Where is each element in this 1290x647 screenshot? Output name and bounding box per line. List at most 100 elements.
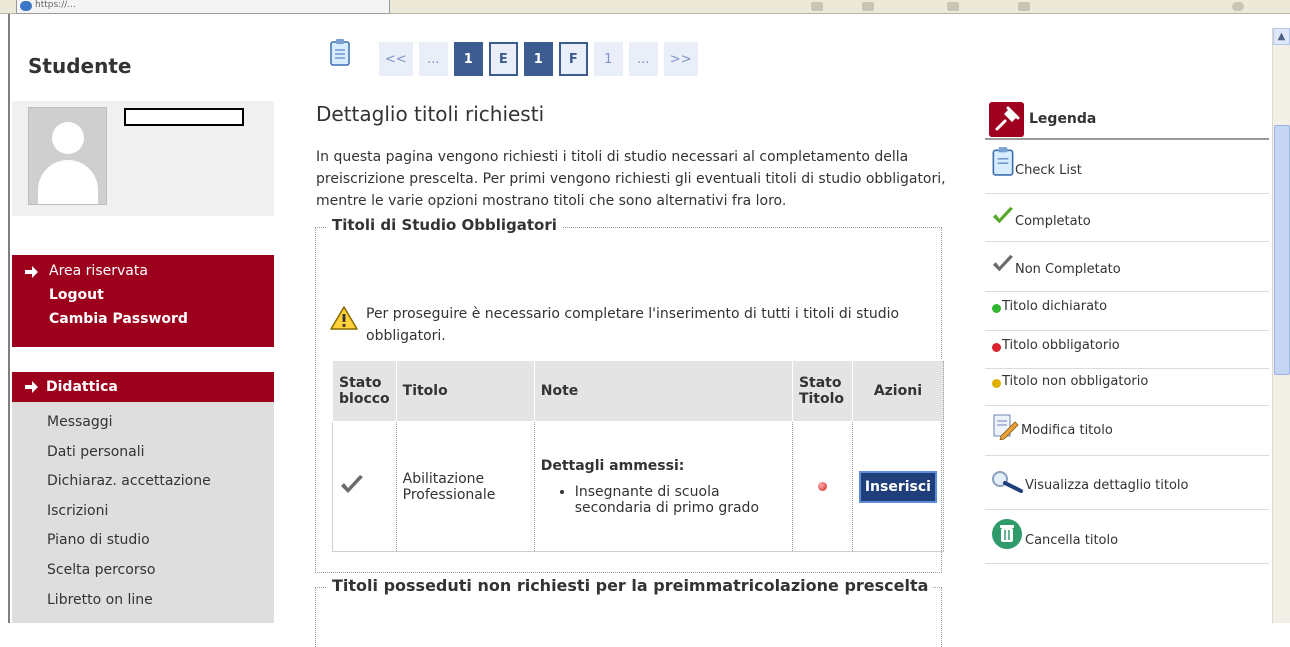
cell-stato-blocco (332, 421, 397, 552)
cell-titolo: Abilitazione Professionale (396, 421, 535, 552)
inserisci-button[interactable]: Inserisci (858, 470, 937, 503)
legend-label: Check List (1015, 163, 1082, 178)
menu-item-messaggi[interactable]: Messaggi (12, 408, 274, 438)
pin-icon (989, 102, 1024, 137)
menu-didattica-label: Didattica (46, 379, 118, 395)
pager-item[interactable]: F (558, 42, 588, 76)
arrow-right-icon (25, 381, 38, 393)
legend-label: Completato (1015, 214, 1091, 229)
toolbar-help-icon[interactable] (1232, 2, 1244, 11)
area-riservata-menu: Area riservata Logout Cambia Password (12, 255, 274, 347)
legend-item-titolo-dichiarato: Titolo dichiarato (985, 292, 1269, 331)
edit-icon (993, 414, 1019, 440)
warning-icon (330, 306, 358, 330)
pager-item[interactable]: >> (663, 42, 698, 76)
section-title: Titoli di Studio Obbligatori (327, 216, 562, 234)
legend-item-titolo-non-obbligatorio: Titolo non obbligatorio (985, 369, 1269, 406)
legend-label: Visualizza dettaglio titolo (1025, 478, 1189, 493)
title-required-dot-icon (817, 481, 827, 491)
col-note: Note (533, 360, 793, 422)
avatar-head (52, 122, 84, 154)
table-header-row: Stato blocco Titolo Note Stato Titolo Az… (332, 360, 945, 422)
menu-item-area-riservata[interactable]: Area riservata (12, 259, 274, 283)
completed-check-icon (993, 206, 1013, 224)
col-azioni: Azioni (851, 360, 945, 422)
legend-label: Non Completato (1015, 262, 1121, 277)
legend-panel: Legenda Check List Completato Non Comple… (985, 28, 1269, 623)
menu-item-iscrizioni[interactable]: Iscrizioni (12, 497, 274, 527)
menu-item-logout[interactable]: Logout (12, 283, 274, 307)
checklist-icon (992, 147, 1014, 176)
note-heading: Dettagli ammessi: (540, 457, 685, 474)
legend-label: Cancella titolo (1025, 533, 1119, 548)
browser-toolbar: https://... (0, 0, 1290, 14)
col-titolo: Titolo (395, 360, 535, 422)
sidebar: Studente Area riservata Logout Cambia Pa… (12, 28, 274, 623)
pager-item[interactable]: ... (628, 42, 658, 76)
cell-azioni: Inserisci (852, 421, 945, 552)
toolbar-print-icon[interactable] (947, 2, 959, 11)
sidebar-title: Studente (28, 54, 132, 78)
table-row: Abilitazione Professionale Dettagli amme… (332, 421, 945, 552)
toolbar-page-icon[interactable] (1018, 2, 1030, 11)
legend-label: Titolo non obbligatorio (1002, 374, 1149, 389)
page-title: Dettaglio titoli richiesti (316, 102, 545, 126)
vertical-scrollbar[interactable]: ▲ (1272, 28, 1290, 623)
scroll-thumb[interactable] (1274, 125, 1290, 375)
legend-item-checklist: Check List (985, 144, 1269, 194)
pager-item[interactable]: E (488, 42, 518, 76)
titoli-table: Stato blocco Titolo Note Stato Titolo Az… (332, 360, 945, 552)
legend-label: Titolo dichiarato (1002, 299, 1108, 314)
col-stato-blocco: Stato blocco (332, 360, 397, 422)
legend-title: Legenda (1029, 111, 1097, 127)
scroll-up-button[interactable]: ▲ (1273, 28, 1290, 45)
note-list: Insegnante di scuola secondaria di primo… (541, 484, 786, 516)
section-title: Titoli posseduti non richiesti per la pr… (327, 576, 934, 595)
toolbar-home-icon[interactable] (811, 2, 823, 11)
address-tab[interactable]: https://... (16, 0, 390, 14)
legend-label: Modifica titolo (1021, 423, 1113, 438)
user-name-box (124, 108, 244, 126)
menu-item-libretto-on-line[interactable]: Libretto on line (12, 586, 274, 616)
step-pager: <<... 1 E 1 F 1... >> (379, 42, 698, 76)
yellow-dot-icon (992, 379, 1001, 388)
pager-item[interactable]: ... (418, 42, 448, 76)
browser-globe-icon (20, 1, 32, 11)
not-completed-check-icon (993, 254, 1013, 272)
warning-text: Per proseguire è necessario completare l… (366, 306, 900, 344)
checklist-icon (330, 39, 350, 66)
menu-item-dichiarazione-accettazione[interactable]: Dichiaraz. accettazione (12, 467, 274, 497)
main-content: <<... 1 E 1 F 1... >> Dettaglio titoli richies… (288, 28, 978, 647)
legend-item-titolo-obbligatorio: Titolo obbligatorio (985, 331, 1269, 369)
trash-icon (992, 519, 1022, 549)
not-completed-check-icon (341, 474, 363, 493)
note-item: Insegnante di scuola secondaria di primo… (575, 484, 786, 516)
didattica-submenu: Messaggi Dati personali Dichiaraz. accet… (12, 402, 274, 623)
legend-item-completato: Completato (985, 194, 1269, 242)
menu-item-scelta-percorso[interactable]: Scelta percorso (12, 556, 274, 586)
legend-item-cancella-titolo: Cancella titolo (985, 510, 1269, 564)
pager-item[interactable]: << (379, 42, 413, 76)
menu-item-cambia-password[interactable]: Cambia Password (12, 307, 274, 331)
cell-stato-titolo (792, 421, 853, 552)
menu-item-didattica[interactable]: Didattica (12, 372, 274, 402)
page-intro: In questa pagina vengono richiesti i tit… (316, 149, 946, 209)
toolbar-feed-icon[interactable] (862, 2, 874, 11)
section-titoli-posseduti: Titoli posseduti non richiesti per la pr… (315, 576, 942, 647)
warning-message: Per proseguire è necessario completare l… (330, 303, 930, 347)
pager-item[interactable]: 1 (593, 42, 623, 76)
cell-note: Dettagli ammessi: Insegnante di scuola s… (534, 421, 793, 552)
menu-item-piano-di-studio[interactable]: Piano di studio (12, 526, 274, 556)
legend-item-non-completato: Non Completato (985, 242, 1269, 292)
profile-box (12, 101, 274, 216)
legend-item-modifica-titolo: Modifica titolo (985, 406, 1269, 456)
legend-header: Legenda (985, 102, 1269, 140)
pager-item[interactable]: 1 (523, 42, 553, 76)
legend-label: Titolo obbligatorio (1002, 338, 1120, 353)
window-left-border (0, 14, 10, 623)
menu-item-dati-personali[interactable]: Dati personali (12, 438, 274, 468)
avatar-body (38, 160, 98, 204)
red-dot-icon (992, 343, 1001, 352)
col-stato-titolo: Stato Titolo (791, 360, 853, 422)
pager-item[interactable]: 1 (453, 42, 483, 76)
